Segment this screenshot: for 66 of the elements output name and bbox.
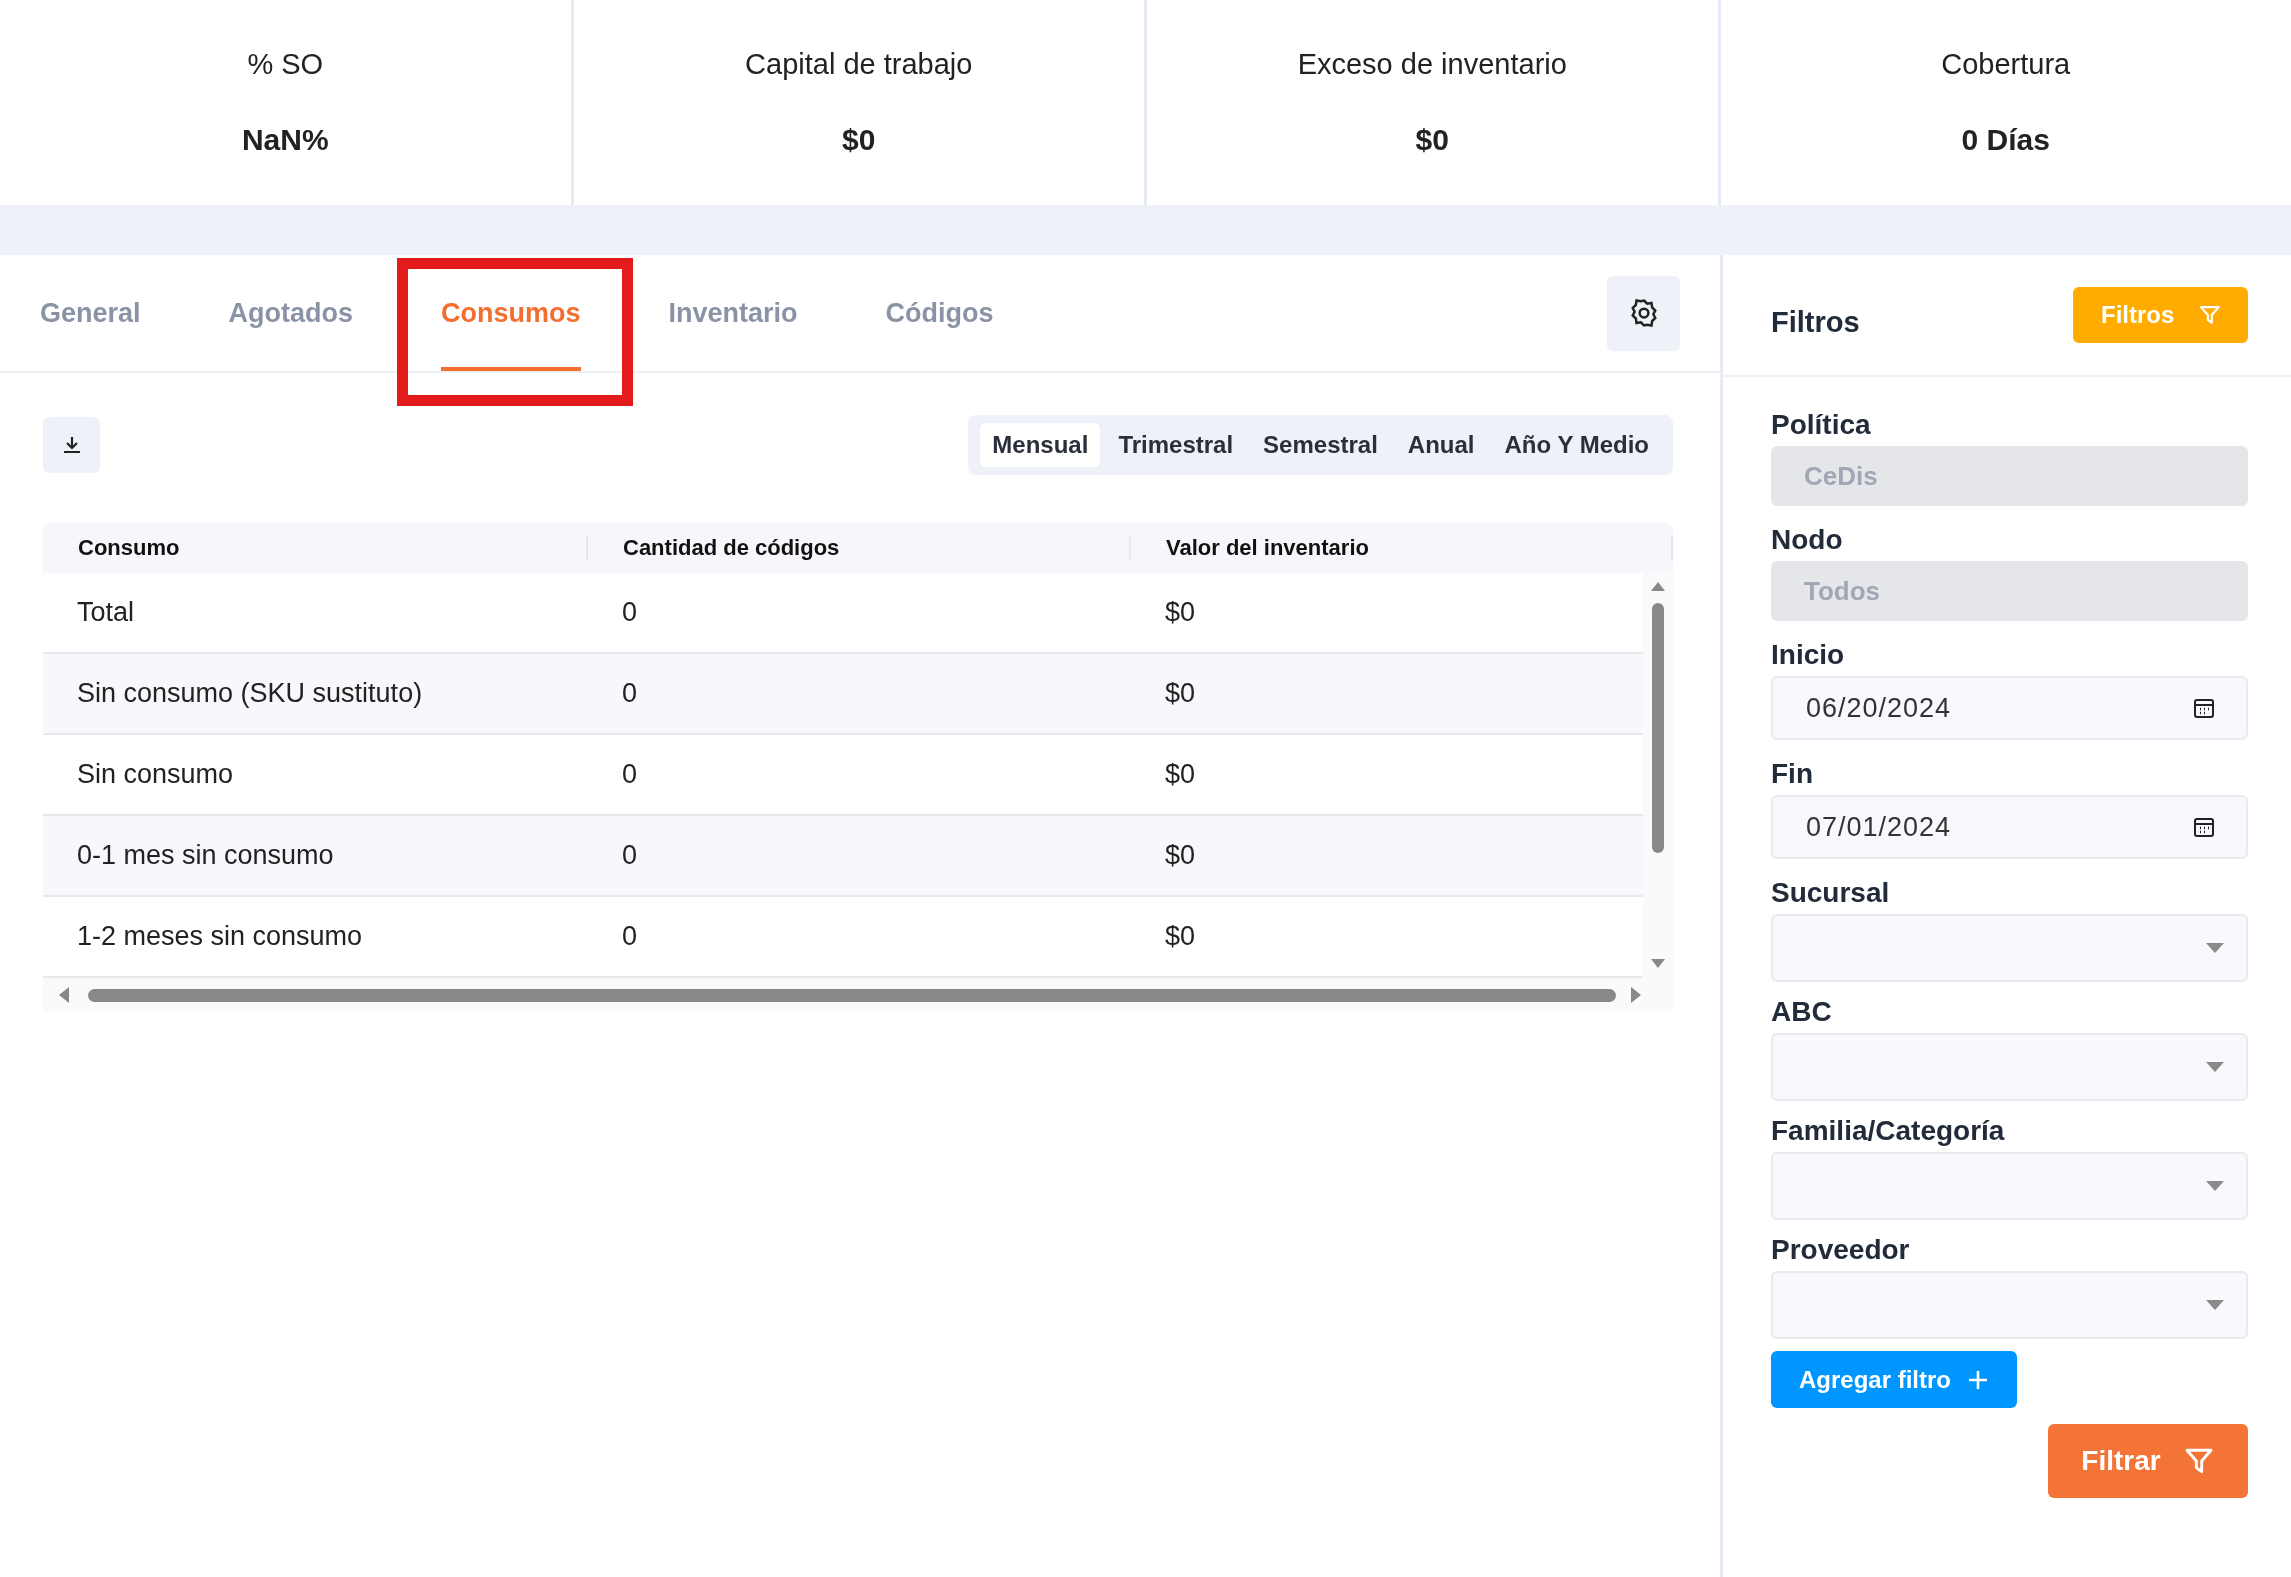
table-cell-text: Sin consumo [76,759,235,790]
table-cell-text: $0 [1164,921,1197,952]
calendar-icon[interactable] [2192,815,2216,839]
period-option[interactable]: Semestral [1251,423,1390,467]
table-cell-text: 1-2 meses sin consumo [76,921,364,952]
column-header: Consumo [43,535,588,561]
caret-icon [2206,943,2224,953]
kpi-label: Capital de trabajo [745,48,973,81]
field-label: Familia/Categoría [1771,1115,2006,1147]
field-label: Nodo [1771,524,1844,556]
kpi-value: NaN% [241,123,329,157]
tab[interactable]: Agotados [184,255,398,371]
field-label: ABC [1771,996,1833,1028]
kpi-value: $0 [1415,123,1449,157]
caret-icon [2206,1300,2224,1310]
caret-icon [2206,1181,2224,1191]
table-cell-text: Sin consumo (SKU sustituto) [76,678,424,709]
settings-button[interactable] [1607,275,1680,351]
apply-filter-button[interactable]: Filtrar [2048,1424,2248,1498]
calendar-icon[interactable] [2192,696,2216,720]
select-field[interactable] [1771,1033,2248,1101]
tab[interactable]: General [40,255,185,371]
download-button[interactable] [43,417,100,473]
tab[interactable]: Códigos [841,255,1038,371]
kpi-label: Exceso de inventario [1297,48,1567,81]
table-cell-text: 0-1 mes sin consumo [76,840,335,871]
panel-title: Filtros [1771,305,1860,339]
table-cell-text: $0 [1164,840,1197,871]
table-cell-text: $0 [1164,597,1197,628]
kpi-value: $0 [842,123,876,157]
table-cell-text: Total [76,597,136,628]
tab[interactable]: Consumos [397,255,625,371]
select-field[interactable] [1771,914,2248,982]
column-header: Valor del inventario [1131,535,1673,561]
period-option[interactable]: Año Y Medio [1492,423,1661,467]
period-option[interactable]: Anual [1395,423,1487,467]
date-value: 07/01/2024 [1806,811,1952,843]
add-filter-button[interactable]: Agregar filtro [1771,1351,2017,1408]
period-option[interactable]: Mensual [980,423,1101,467]
period-option[interactable]: Trimestral [1106,423,1246,467]
table-cell-text: $0 [1164,678,1197,709]
field-label: Sucursal [1771,877,1891,909]
table-cell-text: 0 [621,678,639,709]
date-field[interactable]: 07/01/2024 [1771,795,2248,859]
field-label: Inicio [1771,639,1846,671]
table-cell-text: 0 [621,759,639,790]
tab[interactable]: Inventario [624,255,842,371]
plus-icon [1967,1368,1989,1391]
date-field[interactable]: 06/20/2024 [1771,676,2248,740]
table-cell-text: 0 [621,840,639,871]
caret-icon [2206,1062,2224,1072]
field-label: Fin [1771,758,1814,790]
table-cell-text: 0 [621,597,639,628]
select-field[interactable] [1771,1271,2248,1339]
field-label: Proveedor [1771,1234,1911,1266]
table-cell-text: 0 [621,921,639,952]
kpi-label: % SO [247,48,324,81]
kpi-value: 0 Días [1961,123,2050,157]
table-cell-text: $0 [1164,759,1197,790]
field-label: Política [1771,409,1872,441]
column-header: Cantidad de códigos [588,535,1131,561]
select-field[interactable] [1771,1152,2248,1220]
date-value: 06/20/2024 [1806,692,1952,724]
settings-icon [1628,298,1659,328]
filters-button[interactable]: Filtros [2073,287,2248,343]
kpi-label: Cobertura [1941,48,2071,81]
